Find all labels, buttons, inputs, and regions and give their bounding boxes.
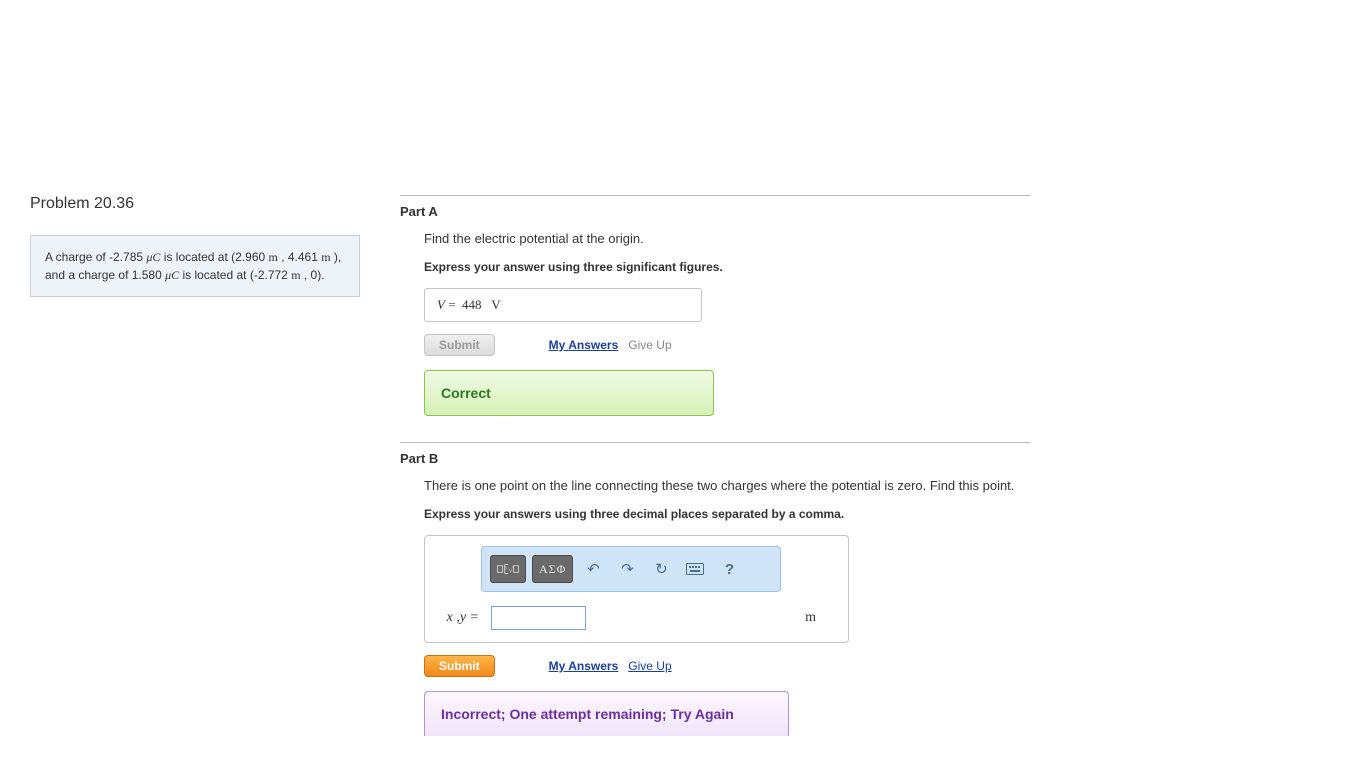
problem-title: Problem 20.36 (30, 195, 360, 213)
stmt-text: , 4.461 (278, 250, 321, 264)
feedback-correct: Correct (424, 370, 714, 416)
stmt-unit: m (269, 250, 278, 264)
keyboard-icon (686, 563, 704, 575)
part-b-prompt: There is one point on the line connectin… (424, 478, 1030, 493)
undo-button[interactable]: ↶ (579, 555, 607, 583)
part-b-answer-area: x √ ΑΣΦ ↶ ↷ ↻ (424, 535, 849, 643)
my-answers-link[interactable]: My Answers (549, 338, 619, 352)
answer-input[interactable] (491, 606, 586, 630)
stmt-text: A charge of -2.785 (45, 250, 146, 264)
divider (400, 442, 1030, 443)
my-answers-link[interactable]: My Answers (549, 659, 619, 673)
keyboard-button[interactable] (681, 555, 709, 583)
stmt-unit: μC (146, 250, 160, 264)
answer-unit: V (491, 297, 500, 312)
answer-eq: = (445, 297, 459, 312)
feedback-incorrect: Incorrect; One attempt remaining; Try Ag… (424, 691, 789, 736)
stmt-unit: m (321, 250, 330, 264)
stmt-unit: m (291, 268, 300, 282)
part-a-instruction: Express your answer using three signific… (424, 260, 1030, 274)
part-a-prompt: Find the electric potential at the origi… (424, 231, 1030, 246)
submit-button[interactable]: Submit (424, 655, 495, 677)
give-up-link: Give Up (628, 338, 671, 352)
answer-unit: m (805, 610, 816, 626)
divider (400, 195, 1030, 196)
part-a-label: Part A (400, 204, 1030, 219)
submit-button: Submit (424, 334, 495, 356)
svg-text:x: x (505, 566, 508, 571)
part-b-label: Part B (400, 451, 1030, 466)
stmt-text: is located at (2.960 (160, 250, 268, 264)
greek-tool-button[interactable]: ΑΣΦ (532, 555, 573, 583)
template-tool-button[interactable]: x √ (490, 555, 526, 583)
part-b-instruction: Express your answers using three decimal… (424, 507, 1030, 521)
give-up-link[interactable]: Give Up (628, 659, 671, 673)
stmt-text: , 0). (301, 268, 325, 282)
math-template-icon: x √ (497, 560, 519, 578)
answer-value: 448 (462, 297, 482, 312)
redo-button[interactable]: ↷ (613, 555, 641, 583)
reset-button[interactable]: ↻ (647, 555, 675, 583)
stmt-unit: μC (165, 268, 179, 282)
svg-text:√: √ (509, 565, 514, 574)
answer-var: V (437, 297, 445, 312)
stmt-text: is located at (-2.772 (179, 268, 291, 282)
part-a-answer-display: V = 448 V (424, 288, 702, 322)
problem-statement: A charge of -2.785 μC is located at (2.9… (30, 235, 360, 297)
equation-toolbar: x √ ΑΣΦ ↶ ↷ ↻ (481, 546, 781, 592)
help-button[interactable]: ? (715, 555, 743, 583)
answer-lhs: x ,y = (437, 610, 479, 626)
